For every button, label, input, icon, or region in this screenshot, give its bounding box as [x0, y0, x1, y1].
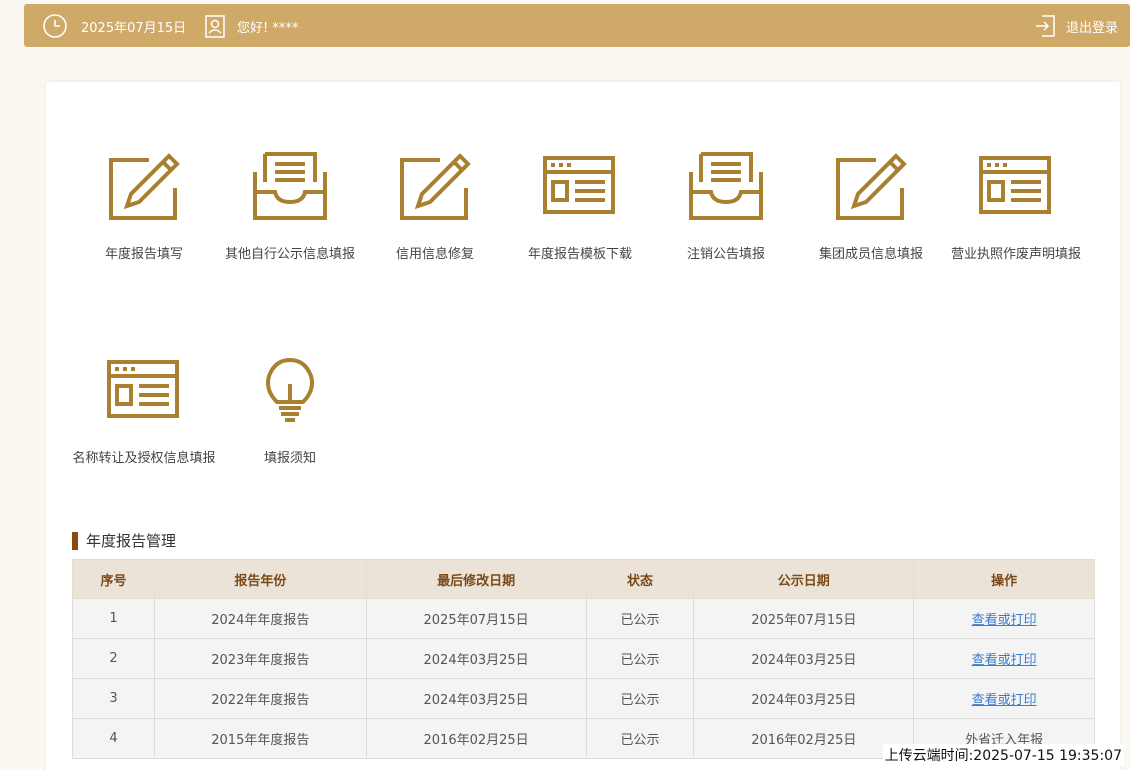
cell-status: 已公示	[585, 718, 695, 759]
col-header-status: 状态	[585, 559, 695, 599]
edit-icon	[836, 153, 907, 220]
col-header-action: 操作	[913, 559, 1095, 599]
cell-published: 2024年03月25日	[693, 678, 915, 719]
table-row: 2 2023年年度报告 2024年03月25日 已公示 2024年03月25日 …	[72, 638, 1095, 679]
cell-modified: 2016年02月25日	[365, 718, 587, 759]
inbox-icon	[689, 152, 763, 220]
cell-status: 已公示	[585, 678, 695, 719]
tile-label: 其他自行公示信息填报	[224, 247, 355, 262]
tile-credit-repair[interactable]: 信用信息修复	[360, 152, 510, 264]
cell-year: 2022年年度报告	[153, 678, 367, 719]
tile-label: 年度报告填写	[104, 247, 183, 262]
table-header-row: 序号 报告年份 最后修改日期 状态 公示日期 操作	[72, 559, 1095, 599]
tile-other-disclosure[interactable]: 其他自行公示信息填报	[215, 152, 365, 264]
cell-status: 已公示	[585, 638, 695, 679]
cell-no: 1	[72, 598, 155, 639]
tile-name-transfer[interactable]: 名称转让及授权信息填报	[69, 356, 219, 468]
tile-label: 营业执照作废声明填报	[950, 247, 1081, 262]
col-header-modified: 最后修改日期	[365, 559, 587, 599]
view-print-link[interactable]: 查看或打印	[972, 613, 1037, 628]
cell-no: 3	[72, 678, 155, 719]
user-icon	[205, 15, 225, 38]
tile-label: 名称转让及授权信息填报	[72, 451, 216, 466]
cell-no: 2	[72, 638, 155, 679]
cell-published: 2025年07月15日	[693, 598, 915, 639]
tile-filing-notes[interactable]: 填报须知	[215, 356, 365, 468]
col-header-year: 报告年份	[153, 559, 367, 599]
edit-icon	[400, 153, 471, 220]
tile-label: 集团成员信息填报	[818, 247, 923, 262]
cell-no: 4	[72, 718, 155, 759]
cell-modified: 2024年03月25日	[365, 678, 587, 719]
cell-action: 查看或打印	[913, 598, 1095, 639]
top-bar: 2025年07月15日 您好! **** 退出登录	[24, 4, 1130, 47]
table-row: 1 2024年年度报告 2025年07月15日 已公示 2025年07月15日 …	[72, 598, 1095, 639]
inbox-icon	[253, 152, 327, 220]
col-header-no: 序号	[72, 559, 155, 599]
clock-icon	[43, 14, 67, 38]
cell-year: 2015年年度报告	[153, 718, 367, 759]
tile-label: 信用信息修复	[395, 247, 474, 262]
template-icon	[107, 360, 179, 418]
edit-icon	[109, 153, 180, 220]
greeting: 您好! ****	[237, 21, 299, 36]
tile-label: 年度报告模板下载	[527, 247, 632, 262]
template-icon	[543, 156, 615, 214]
section-title-annual-reports: 年度报告管理	[72, 532, 176, 550]
cell-modified: 2024年03月25日	[365, 638, 587, 679]
cell-status: 已公示	[585, 598, 695, 639]
cell-action: 查看或打印	[913, 678, 1095, 719]
tile-annual-report-fill[interactable]: 年度报告填写	[69, 152, 219, 264]
col-header-published: 公示日期	[693, 559, 915, 599]
cell-modified: 2025年07月15日	[365, 598, 587, 639]
lightbulb-icon	[266, 357, 314, 422]
logout-icon[interactable]	[1034, 14, 1056, 38]
logout-button[interactable]: 退出登录	[1066, 17, 1118, 36]
tile-group-members[interactable]: 集团成员信息填报	[796, 152, 946, 264]
tile-cancellation-notice[interactable]: 注销公告填报	[651, 152, 801, 264]
tile-license-void[interactable]: 营业执照作废声明填报	[941, 152, 1091, 264]
cell-year: 2024年年度报告	[153, 598, 367, 639]
annual-report-table: 序号 报告年份 最后修改日期 状态 公示日期 操作 1 2024年年度报告 20…	[72, 559, 1095, 759]
tile-template-download[interactable]: 年度报告模板下载	[505, 152, 655, 264]
cell-published: 2016年02月25日	[693, 718, 915, 759]
tile-label: 注销公告填报	[686, 247, 765, 262]
cell-action: 查看或打印	[913, 638, 1095, 679]
cell-published: 2024年03月25日	[693, 638, 915, 679]
template-icon	[979, 156, 1051, 214]
cell-year: 2023年年度报告	[153, 638, 367, 679]
current-date: 2025年07月15日	[81, 21, 187, 36]
table-row: 3 2022年年度报告 2024年03月25日 已公示 2024年03月25日 …	[72, 678, 1095, 719]
view-print-link[interactable]: 查看或打印	[972, 693, 1037, 708]
tile-label: 填报须知	[263, 451, 316, 466]
upload-timestamp: 上传云端时间:2025-07-15 19:35:07	[882, 744, 1124, 766]
view-print-link[interactable]: 查看或打印	[972, 653, 1037, 668]
